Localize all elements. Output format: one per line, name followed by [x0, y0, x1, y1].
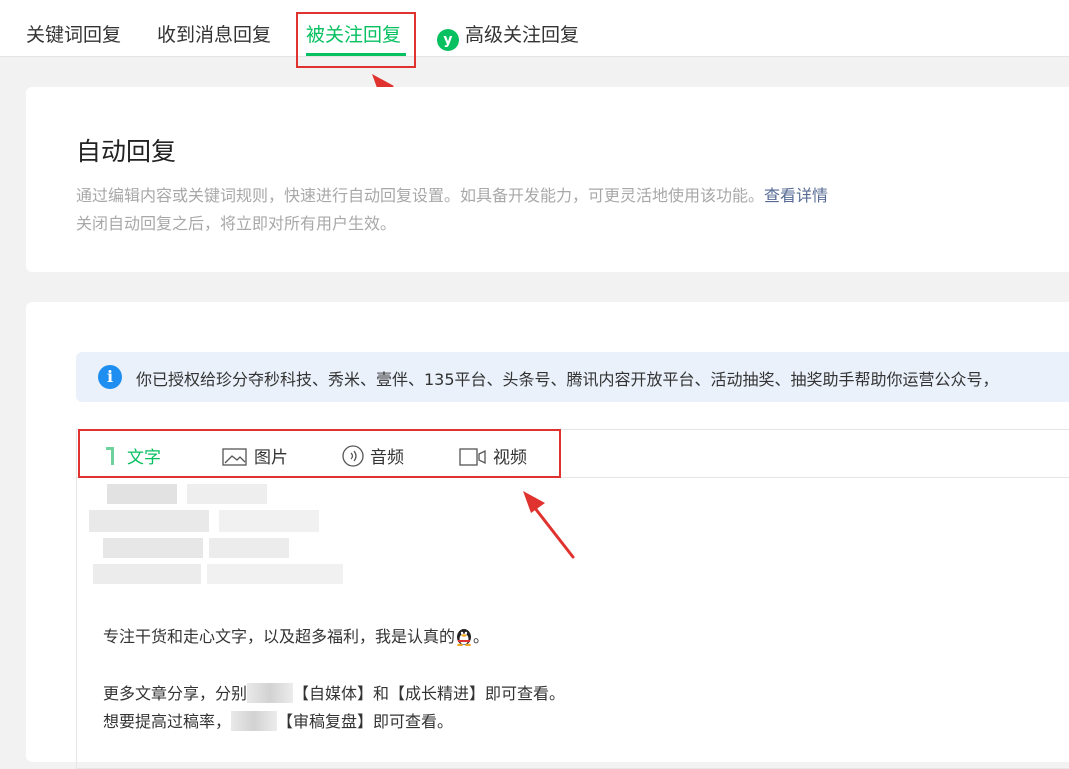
description-line-1: 通过编辑内容或关键词规则，快速进行自动回复设置。如具备开发能力，可更灵活地使用该…: [76, 182, 828, 206]
view-details-link[interactable]: 查看详情: [764, 186, 828, 205]
video-icon: [459, 448, 486, 466]
active-tab-underline: [306, 53, 406, 56]
reply-line-1: 专注干货和走心文字，以及超多福利，我是认真的。: [103, 623, 489, 647]
qq-penguin-icon: [455, 626, 473, 647]
reply-line-2-text: 更多文章分享，分别: [103, 684, 248, 703]
reply-line-1-text: 专注干货和走心文字，以及超多福利，我是认真的: [103, 627, 456, 646]
reply-line-2: 更多文章分享，分别 【自媒体】和【成长精进】即可查看。: [103, 680, 565, 704]
editor-tab-video[interactable]: 视频: [459, 443, 527, 468]
advanced-badge-icon: y: [437, 29, 459, 51]
editor-tab-text[interactable]: 文字: [105, 443, 161, 468]
authorization-notice: i 你已授权给珍分夺秒科技、秀米、壹伴、135平台、头条号、腾讯内容开放平台、活…: [76, 352, 1069, 402]
tab-keyword-reply[interactable]: 关键词回复: [26, 20, 121, 47]
editor-type-tabs: 文字 图片 音频 视频: [77, 430, 1069, 478]
auto-reply-header-card: 自动回复 通过编辑内容或关键词规则，快速进行自动回复设置。如具备开发能力，可更灵…: [26, 87, 1069, 272]
description-line-2: 关闭自动回复之后，将立即对所有用户生效。: [76, 214, 397, 233]
description-text: 通过编辑内容或关键词规则，快速进行自动回复设置。如具备开发能力，可更灵活地使用该…: [76, 186, 765, 205]
reply-line-3-text: 想要提高过稿率，: [103, 712, 232, 731]
reply-line-2-end: 【自媒体】和【成长精进】即可查看。: [293, 684, 566, 703]
notice-text: 你已授权给珍分夺秒科技、秀米、壹伴、135平台、头条号、腾讯内容开放平台、活动抽…: [136, 370, 999, 389]
reply-editor: 文字 图片 音频 视频 专注干货和走心文字，以及超多福利，我是认真的。 更多文章…: [76, 429, 1069, 769]
annotation-arrow-icon: [523, 491, 575, 559]
pixelated-redacted-content: [89, 482, 349, 588]
redacted-keyword: [247, 683, 294, 703]
tab-advanced-follow-reply[interactable]: y 高级关注回复: [437, 20, 579, 51]
tab-follow-reply[interactable]: 被关注回复: [306, 20, 401, 47]
editor-tab-audio-label: 音频: [370, 448, 404, 468]
tab-message-reply[interactable]: 收到消息回复: [157, 20, 271, 47]
redacted-keyword: [231, 711, 278, 731]
top-tab-bar: 关键词回复 收到消息回复 被关注回复 y 高级关注回复: [0, 0, 1069, 57]
editor-tab-image-label: 图片: [254, 448, 288, 468]
tab-advanced-follow-reply-label: 高级关注回复: [465, 24, 580, 46]
editor-tab-image[interactable]: 图片: [222, 443, 288, 468]
text-icon: [106, 447, 114, 465]
page-title: 自动回复: [76, 137, 177, 166]
audio-icon: [342, 445, 364, 467]
reply-line-3-end: 【审稿复盘】即可查看。: [277, 712, 454, 731]
image-icon: [222, 448, 247, 466]
editor-tab-text-label: 文字: [127, 448, 161, 468]
info-icon: i: [98, 365, 122, 389]
editor-tab-video-label: 视频: [493, 448, 527, 468]
reply-line-1-end: 。: [473, 627, 490, 646]
reply-line-3: 想要提高过稿率， 【审稿复盘】即可查看。: [103, 708, 453, 732]
editor-tab-audio[interactable]: 音频: [342, 443, 404, 468]
